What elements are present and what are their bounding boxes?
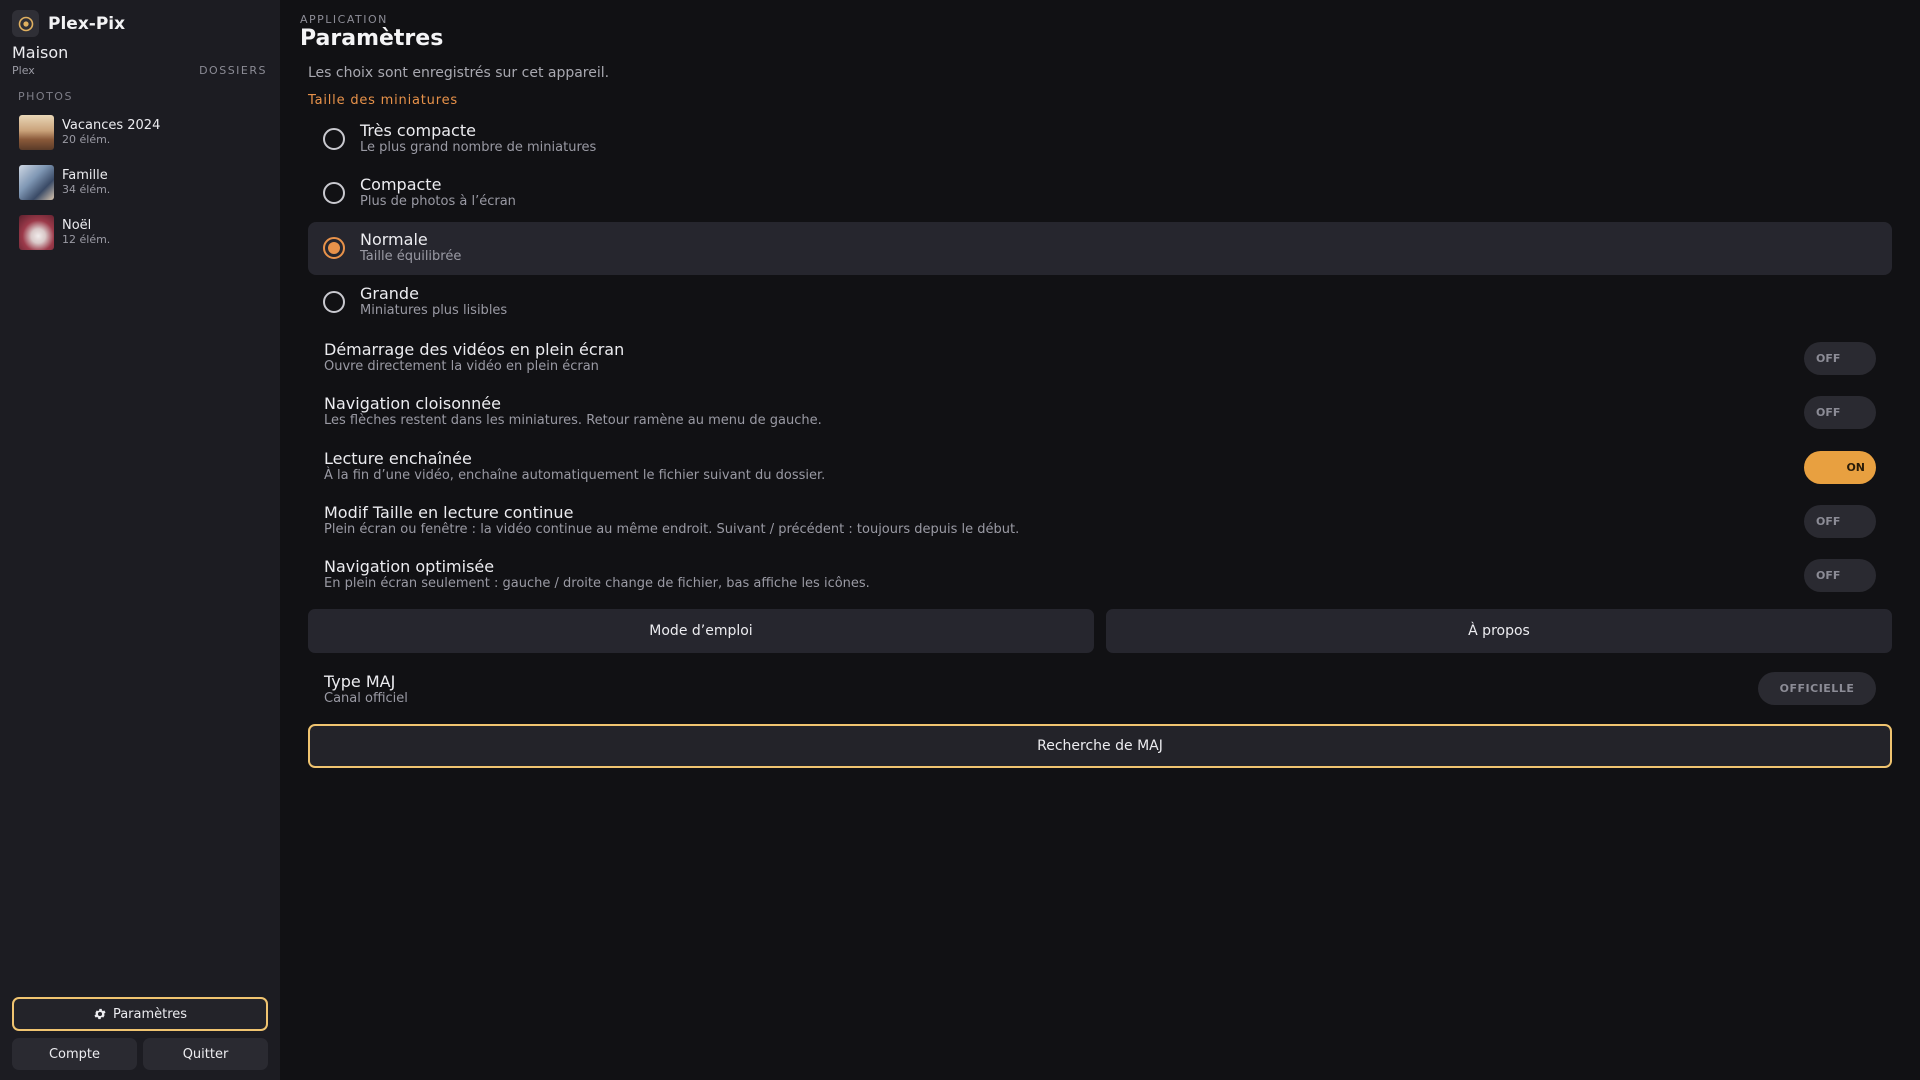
radio-button[interactable] <box>323 182 345 204</box>
album-item-famille[interactable]: Famille 34 élém. <box>19 163 269 201</box>
option-subtitle: Le plus grand nombre de miniatures <box>360 140 597 155</box>
album-count: 20 élém. <box>62 133 111 146</box>
setting-fullscreen-video: Démarrage des vidéos en plein écran Ouvr… <box>308 336 1892 386</box>
album-item-noel[interactable]: Noël 12 élém. <box>19 213 269 251</box>
app-name: Plex-Pix <box>48 13 126 34</box>
thumb-option-tres-compacte[interactable]: Très compacte Le plus grand nombre de mi… <box>308 113 1892 166</box>
setting-title: Modif Taille en lecture continue <box>324 503 574 522</box>
option-title: Grande <box>360 284 419 303</box>
setting-title: Démarrage des vidéos en plein écran <box>324 340 625 359</box>
radio-button[interactable] <box>323 128 345 150</box>
option-subtitle: Plus de photos à l’écran <box>360 194 516 209</box>
album-thumbnail <box>19 214 54 250</box>
thumb-option-normale[interactable]: Normale Taille équilibrée <box>308 222 1892 275</box>
album-name: Noël <box>62 218 92 233</box>
autoplay-next-toggle[interactable]: ON <box>1804 451 1876 484</box>
brand: Plex-Pix <box>12 10 125 37</box>
user-manual-button[interactable]: Mode d’emploi <box>308 609 1094 653</box>
album-thumbnail <box>19 164 54 200</box>
page-description: Les choix sont enregistrés sur cet appar… <box>308 65 610 81</box>
thumb-size-group-label: Taille des miniatures <box>308 93 458 108</box>
check-update-button[interactable]: Recherche de MAJ <box>308 724 1892 768</box>
setting-subtitle: Canal officiel <box>324 691 408 706</box>
setting-resize-continuous: Modif Taille en lecture continue Plein é… <box>308 499 1892 549</box>
setting-subtitle: Ouvre directement la vidéo en plein écra… <box>324 359 599 374</box>
setting-optimized-navigation: Navigation optimisée En plein écran seul… <box>308 553 1892 603</box>
album-thumbnail <box>19 114 54 150</box>
setting-update-type: Type MAJ Canal officiel OFFICIELLE <box>308 668 1892 712</box>
album-count: 12 élém. <box>62 233 111 246</box>
optimized-navigation-toggle[interactable]: OFF <box>1804 559 1876 592</box>
option-subtitle: Miniatures plus lisibles <box>360 303 508 318</box>
server-name[interactable]: Maison <box>12 43 68 62</box>
thumb-option-compacte[interactable]: Compacte Plus de photos à l’écran <box>308 167 1892 220</box>
partitioned-navigation-toggle[interactable]: OFF <box>1804 396 1876 429</box>
setting-title: Navigation cloisonnée <box>324 394 501 413</box>
album-count: 34 élém. <box>62 183 111 196</box>
settings-button-label: Paramètres <box>112 1006 188 1022</box>
settings-button[interactable]: Paramètres <box>12 997 268 1031</box>
thumb-option-grande[interactable]: Grande Miniatures plus lisibles <box>308 276 1892 329</box>
setting-subtitle: En plein écran seulement : gauche / droi… <box>324 576 870 591</box>
sidebar: Plex-Pix Maison Plex DOSSIERS PHOTOS Vac… <box>0 0 280 1080</box>
update-channel-selector[interactable]: OFFICIELLE <box>1758 672 1876 705</box>
album-name: Famille <box>62 168 108 183</box>
photos-section-label: PHOTOS <box>18 90 73 103</box>
setting-subtitle: Plein écran ou fenêtre : la vidéo contin… <box>324 522 1020 537</box>
quit-button[interactable]: Quitter <box>143 1038 268 1070</box>
resize-continuous-toggle[interactable]: OFF <box>1804 505 1876 538</box>
setting-autoplay-next: Lecture enchaînée À la fin d’une vidéo, … <box>308 445 1892 495</box>
folders-link[interactable]: DOSSIERS <box>199 64 267 77</box>
album-item-vacances[interactable]: Vacances 2024 20 élém. <box>19 113 269 151</box>
setting-partitioned-navigation: Navigation cloisonnée Les flèches resten… <box>308 390 1892 440</box>
radio-button-checked[interactable] <box>323 237 345 259</box>
album-name: Vacances 2024 <box>62 118 161 133</box>
option-title: Normale <box>360 230 428 249</box>
setting-subtitle: À la fin d’une vidéo, enchaîne automatiq… <box>324 468 826 483</box>
option-title: Très compacte <box>360 121 476 140</box>
page-title: Paramètres <box>300 26 444 51</box>
setting-title: Navigation optimisée <box>324 557 495 576</box>
aperture-icon <box>12 10 39 37</box>
gear-icon <box>94 1008 106 1020</box>
option-title: Compacte <box>360 175 442 194</box>
setting-title: Type MAJ <box>324 672 396 691</box>
radio-button[interactable] <box>323 291 345 313</box>
about-button[interactable]: À propos <box>1106 609 1892 653</box>
server-type: Plex <box>12 64 35 77</box>
fullscreen-video-toggle[interactable]: OFF <box>1804 342 1876 375</box>
setting-title: Lecture enchaînée <box>324 449 472 468</box>
option-subtitle: Taille équilibrée <box>360 249 462 264</box>
account-button[interactable]: Compte <box>12 1038 137 1070</box>
page-eyebrow: APPLICATION <box>300 13 388 26</box>
setting-subtitle: Les flèches restent dans les miniatures.… <box>324 413 822 428</box>
